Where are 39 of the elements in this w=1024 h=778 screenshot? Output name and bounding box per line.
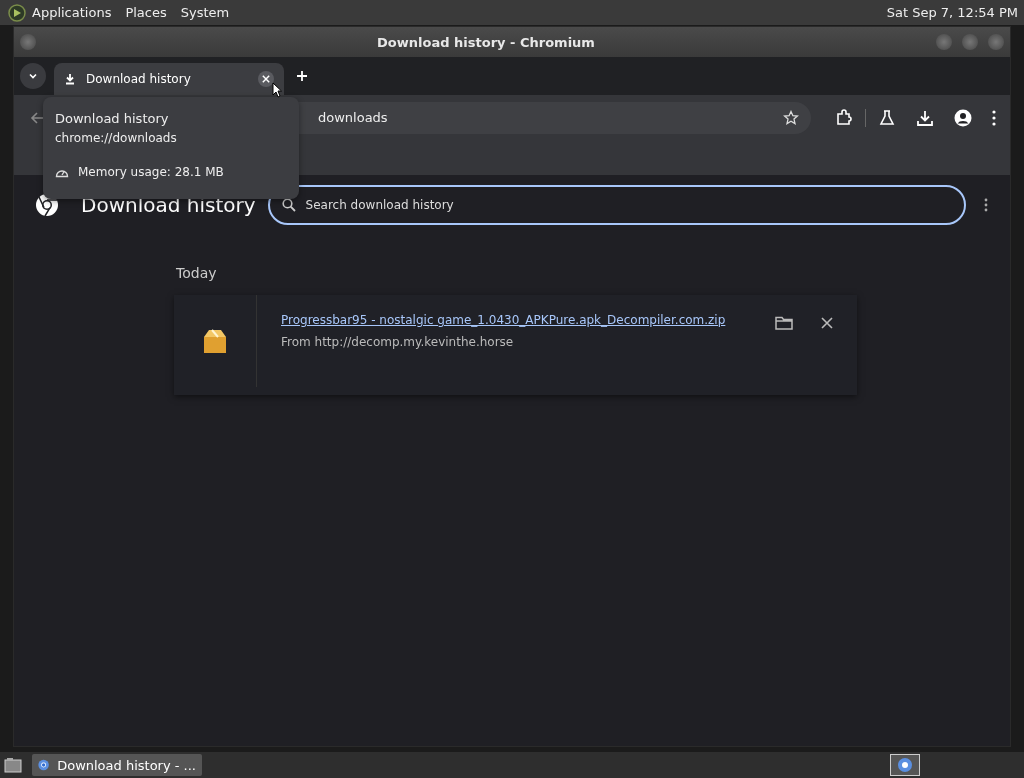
taskbar-button[interactable]: Download history - ... [32, 754, 202, 776]
tab-search-button[interactable] [20, 63, 46, 89]
close-icon [262, 75, 270, 83]
back-arrow-icon[interactable] [30, 110, 44, 125]
more-options-icon[interactable] [983, 198, 988, 212]
memory-usage: Memory usage: 28.1 MB [78, 165, 224, 179]
window-title: Download history - Chromium [376, 34, 596, 50]
profile-avatar-icon[interactable] [954, 108, 972, 127]
download-icon[interactable] [916, 108, 934, 127]
folder-icon[interactable] [775, 316, 793, 330]
new-tab-icon[interactable] [296, 70, 308, 82]
file-name-link[interactable]: Progressbar95 - nostalgic game_1.0430_APKPure.apk_Decompiler.com.zip [281, 313, 775, 327]
search-field[interactable]: Search download history [267, 185, 966, 225]
distro-logo-icon [8, 3, 26, 22]
source-url: From http://decomp.my.kevinthe.horse [281, 335, 515, 349]
mouse-cursor-icon [272, 82, 282, 98]
remove-icon[interactable] [821, 317, 833, 329]
search-icon [281, 198, 296, 212]
desktop-icon[interactable] [4, 757, 22, 773]
tooltip-url: chrome://downloads [55, 131, 178, 145]
browser-tab[interactable]: Download history [54, 63, 284, 95]
tab-title: Download history [86, 72, 192, 86]
download-icon [64, 73, 76, 85]
puzzle-piece-icon[interactable] [835, 108, 853, 127]
browser-icon [38, 757, 50, 773]
browser-tray-icon[interactable] [890, 754, 920, 776]
panel-menu[interactable]: Applications [32, 5, 112, 20]
page-heading: Download history [81, 193, 256, 217]
flask-icon[interactable] [878, 108, 896, 127]
panel-menu[interactable]: Places [125, 5, 167, 20]
address-text: downloads [318, 110, 389, 125]
caret-icon [28, 71, 38, 81]
date-heading: Today [176, 265, 218, 281]
menu-icon[interactable] [992, 109, 996, 126]
panel-menu[interactable]: System [180, 5, 230, 20]
clock: Sat Sep 7, 12:54 PM [886, 5, 1019, 20]
package-icon [202, 327, 228, 355]
star-icon[interactable] [783, 109, 799, 126]
close-tab-button[interactable] [258, 71, 274, 87]
